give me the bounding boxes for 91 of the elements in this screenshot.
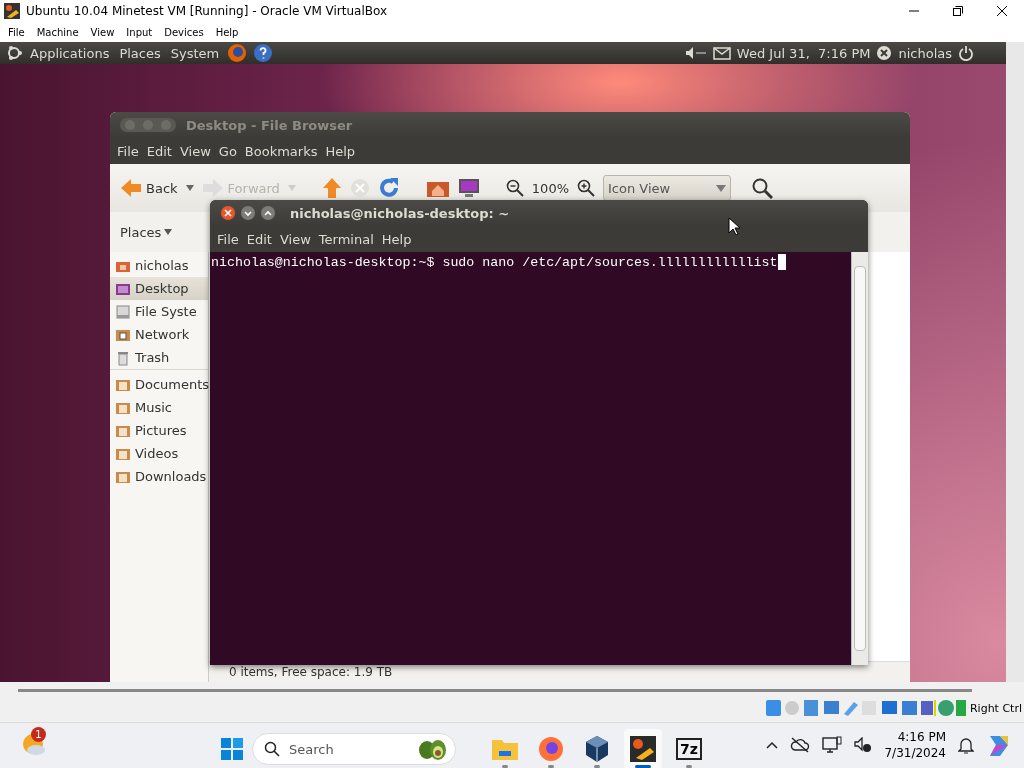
- caret-icon: [287, 185, 296, 191]
- window-title: nicholas@nicholas-desktop: ~: [290, 205, 510, 221]
- menu-item[interactable]: Help: [209, 26, 245, 38]
- cube-icon: [584, 735, 610, 763]
- forward-arrow-icon: [201, 178, 224, 198]
- terminal-line: nicholas@nicholas-desktop:~$ sudo nano /etc/apt/sources.llllllllllllist: [211, 254, 778, 270]
- menu-item[interactable]: Terminal: [314, 231, 378, 247]
- menu-item[interactable]: Devices: [158, 26, 210, 38]
- browser-icon[interactable]: [227, 43, 248, 63]
- reload-icon[interactable]: [377, 177, 400, 199]
- view-mode-dropdown[interactable]: Icon View: [603, 175, 731, 201]
- caret-icon: [716, 184, 726, 192]
- start-icon[interactable]: [220, 737, 244, 761]
- help-icon[interactable]: [253, 43, 274, 63]
- minimize-icon[interactable]: [240, 205, 256, 221]
- panel-clock[interactable]: Wed Jul 31, 7:16 PM: [736, 45, 871, 61]
- panel-menu[interactable]: Applications: [28, 45, 112, 61]
- computer-icon[interactable]: [457, 178, 480, 198]
- menu-item[interactable]: Edit: [142, 143, 176, 159]
- panel-menu[interactable]: Places: [117, 45, 163, 61]
- back-arrow-icon: [120, 178, 142, 198]
- app-icon: [630, 736, 656, 762]
- maximize-icon[interactable]: [260, 205, 276, 221]
- sidebar-item[interactable]: nicholas: [110, 254, 208, 277]
- menu-item[interactable]: Help: [321, 143, 360, 159]
- avocado-icon: [416, 737, 448, 761]
- ubuntu-logo-icon: [6, 45, 22, 61]
- back-button[interactable]: Back: [120, 178, 178, 198]
- sidebar-item[interactable]: Trash: [110, 346, 208, 369]
- mail-icon[interactable]: [712, 46, 731, 60]
- drive-icon: [115, 303, 131, 320]
- places-label[interactable]: Places: [120, 224, 162, 240]
- menu-item[interactable]: Edit: [242, 231, 276, 247]
- host-key-label: Right Ctrl: [969, 701, 1022, 715]
- menu-item[interactable]: File: [113, 143, 143, 159]
- caret-icon: [164, 229, 173, 235]
- sidebar-item[interactable]: Downloads: [110, 465, 208, 488]
- status-text: 0 items, Free space: 1.9 TB: [229, 665, 393, 679]
- user-switch-icon[interactable]: [876, 45, 893, 61]
- menu-item[interactable]: Go: [214, 143, 241, 159]
- panel-menu[interactable]: System: [168, 45, 222, 61]
- menu-item[interactable]: Machine: [30, 26, 85, 38]
- sidebar-item[interactable]: Desktop: [110, 277, 208, 300]
- text-cursor: [777, 254, 786, 270]
- cloud-off-icon[interactable]: [790, 737, 811, 753]
- close-icon[interactable]: [996, 5, 1008, 17]
- menu-item[interactable]: File: [213, 231, 243, 247]
- menu-item[interactable]: View: [275, 231, 315, 247]
- sidebar-item[interactable]: Network: [110, 323, 208, 346]
- mouse-pointer-icon: [728, 217, 740, 235]
- caret-icon: [185, 185, 194, 191]
- menu-item[interactable]: Help: [377, 231, 416, 247]
- panel-user[interactable]: nicholas: [898, 45, 952, 61]
- window-title: Desktop - File Browser: [186, 117, 353, 133]
- taskbar-app[interactable]: 7z: [670, 729, 708, 768]
- zoom-level: 100%: [531, 180, 569, 196]
- window-controls-icon: [120, 117, 176, 133]
- trash-icon: [115, 349, 131, 366]
- search-icon: [264, 741, 280, 757]
- zoom-in-icon[interactable]: [577, 179, 595, 197]
- zip-app-icon: 7z: [676, 738, 702, 760]
- chevron-up-icon[interactable]: [766, 741, 779, 749]
- restore-icon[interactable]: [952, 5, 964, 17]
- menu-item[interactable]: View: [175, 143, 215, 159]
- power-icon[interactable]: [958, 45, 974, 61]
- folder-icon: [491, 737, 519, 761]
- scrollbar[interactable]: [851, 252, 868, 665]
- menu-item[interactable]: File: [2, 26, 31, 38]
- bell-icon[interactable]: [958, 736, 974, 754]
- zoom-out-icon[interactable]: [505, 179, 524, 197]
- volume-icon[interactable]: [684, 46, 707, 60]
- search-icon[interactable]: [751, 177, 773, 199]
- volume-muted-icon[interactable]: [854, 737, 873, 753]
- app-icon: [4, 3, 20, 19]
- sidebar-item[interactable]: Documents: [110, 369, 208, 396]
- window-title: Ubuntu 10.04 Minetest VM [Running] - Oracle VM VirtualBox: [26, 4, 388, 18]
- scrollbar[interactable]: [18, 689, 972, 692]
- browser-icon: [538, 736, 564, 762]
- menu-item[interactable]: Input: [120, 26, 159, 38]
- close-icon[interactable]: [220, 205, 236, 221]
- search-field[interactable]: Search: [252, 733, 456, 765]
- sidebar-item[interactable]: Pictures: [110, 419, 208, 442]
- clock[interactable]: 4:16 PM 7/31/2024: [884, 729, 946, 761]
- network-icon[interactable]: [822, 736, 843, 754]
- taskbar-app[interactable]: [624, 729, 662, 768]
- sidebar-item[interactable]: File Syste: [110, 300, 208, 323]
- notification-badge: 1: [31, 727, 46, 742]
- menu-item[interactable]: Bookmarks: [240, 143, 322, 159]
- sidebar-item[interactable]: Videos: [110, 442, 208, 465]
- sidebar-item[interactable]: Music: [110, 396, 208, 419]
- menu-item[interactable]: View: [84, 26, 121, 38]
